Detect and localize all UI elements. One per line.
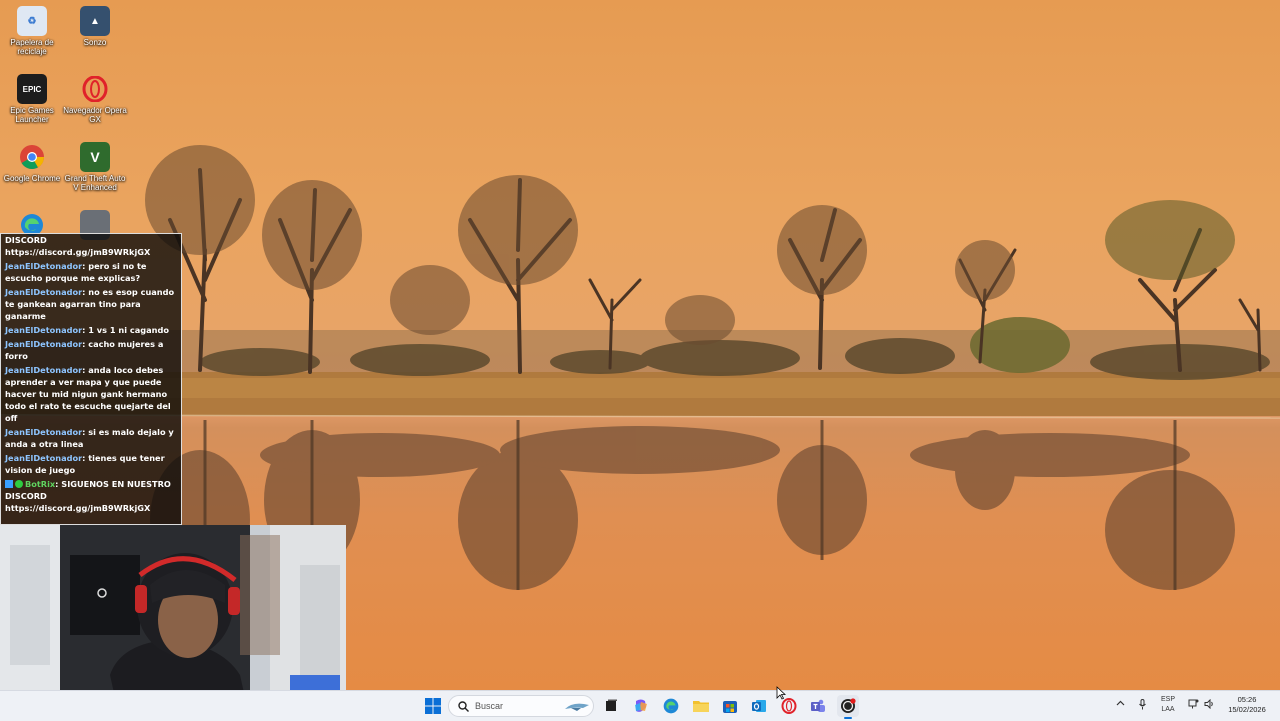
task-view-icon [606, 699, 617, 711]
chrome-icon [17, 142, 47, 172]
chat-bot-message: BotRix: SIGUENOS EN NUESTRO DISCORD http… [5, 478, 177, 514]
mouse-cursor-icon [776, 686, 786, 700]
clock-time: 05:26 [1237, 695, 1257, 704]
edge-taskbar-button[interactable] [660, 695, 682, 717]
chat-header: DISCORD [5, 237, 47, 244]
desktop-icon-epic-games[interactable]: EPIC Epic Games Launcher [0, 74, 64, 124]
desktop-icon-sonzo[interactable]: ▲ Sonzo [63, 6, 127, 47]
chat-username[interactable]: JeanElDetonador [5, 261, 82, 271]
desktop-icon-label: Grand Theft Auto V Enhanced [64, 174, 126, 192]
taskbar: Buscar ESP LAA 05:26 15/02/2026 [0, 690, 1280, 721]
chat-message: JeanElDetonador: si es malo dejalo y and… [5, 426, 177, 450]
chat-message: https://discord.gg/jmB9WRkjGX [5, 246, 177, 258]
copilot-icon [635, 699, 647, 712]
chat-username[interactable]: JeanElDetonador [5, 339, 82, 349]
language-indicator[interactable]: ESP LAA [1158, 695, 1178, 715]
gta-v-icon: V [80, 142, 110, 172]
chat-link[interactable]: https://discord.gg/jmB9WRkjGX [5, 503, 150, 513]
store-button[interactable] [719, 695, 741, 717]
opera-gx-icon [80, 74, 110, 104]
verified-badge-icon [15, 480, 23, 488]
chat-message: JeanElDetonador: pero si no te escucho p… [5, 260, 177, 284]
chat-username[interactable]: JeanElDetonador [5, 453, 82, 463]
desktop-icon-opera-gx[interactable]: Navegador Opera GX [63, 74, 127, 124]
chat-message: JeanElDetonador: tienes que tener vision… [5, 452, 177, 476]
microphone-icon [1139, 699, 1146, 710]
show-hidden-icons-button[interactable] [1116, 699, 1125, 710]
search-highlight-icon [565, 703, 589, 711]
file-explorer-button[interactable] [690, 695, 712, 717]
running-indicator [844, 717, 852, 719]
keyboard-layout: LAA [1161, 706, 1175, 713]
desktop-icon-gta-v[interactable]: V Grand Theft Auto V Enhanced [63, 142, 127, 192]
search-placeholder: Buscar [475, 701, 504, 711]
folder-icon [693, 701, 709, 712]
teams-icon [811, 699, 825, 712]
desktop-icon-label: Epic Games Launcher [10, 106, 54, 124]
microphone-button[interactable] [1138, 699, 1147, 712]
opera-gx-icon [781, 698, 797, 714]
chat-bot-username[interactable]: BotRix [25, 479, 55, 489]
desktop-icon-chrome[interactable]: Google Chrome [0, 142, 64, 183]
volume-button[interactable] [1204, 698, 1215, 711]
desktop-icon-label: Sonzo [83, 38, 107, 47]
clock-date: 15/02/2026 [1228, 705, 1266, 714]
chat-message: JeanElDetonador: no es esop cuando te ga… [5, 286, 177, 322]
store-icon [723, 701, 737, 713]
speaker-icon [1204, 698, 1213, 710]
obs-button[interactable] [837, 695, 859, 719]
network-button[interactable] [1188, 699, 1199, 711]
desktop-icon-label: Navegador Opera GX [63, 106, 127, 124]
clock[interactable]: 05:26 15/02/2026 [1222, 695, 1272, 715]
windows-logo-icon [425, 698, 441, 714]
bot-badge-icon [5, 480, 13, 488]
recording-app-icon [841, 698, 856, 713]
chat-text: : 1 vs 1 ni cagando [82, 325, 169, 335]
edge-icon [663, 698, 679, 714]
chat-message: JeanElDetonador: cacho mujeres a forro [5, 338, 177, 362]
chat-username[interactable]: JeanElDetonador [5, 427, 82, 437]
copilot-button[interactable] [630, 695, 652, 717]
stream-chat-overlay: DISCORD https://discord.gg/jmB9WRkjGX Je… [0, 233, 182, 525]
desktop-icon-recycle-bin[interactable]: ♻ Papelera de reciclaje [0, 6, 64, 56]
chat-username[interactable]: JeanElDetonador [5, 325, 82, 335]
chat-message: JeanElDetonador: anda loco debes aprende… [5, 364, 177, 424]
teams-button[interactable] [807, 695, 829, 717]
start-button[interactable] [422, 695, 444, 717]
epic-games-icon: EPIC [17, 74, 47, 104]
recycle-bin-icon: ♻ [17, 6, 47, 36]
chat-username[interactable]: JeanElDetonador [5, 287, 82, 297]
taskbar-search-box[interactable]: Buscar [448, 695, 594, 717]
task-view-button[interactable] [600, 695, 622, 717]
chat-message: JeanElDetonador: 1 vs 1 ni cagando [5, 324, 177, 336]
desktop-icon-label: Papelera de reciclaje [10, 38, 54, 56]
desktop-icon-label: Google Chrome [3, 174, 61, 183]
search-icon [458, 701, 469, 712]
outlook-icon [752, 700, 766, 712]
outlook-button[interactable] [748, 695, 770, 717]
chevron-up-icon [1116, 700, 1125, 706]
game-shortcut-icon: ▲ [80, 6, 110, 36]
chat-link[interactable]: https://discord.gg/jmB9WRkjGX [5, 247, 150, 257]
chat-username[interactable]: JeanElDetonador [5, 365, 82, 375]
language-code: ESP [1160, 696, 1175, 703]
network-icon [1188, 699, 1199, 709]
